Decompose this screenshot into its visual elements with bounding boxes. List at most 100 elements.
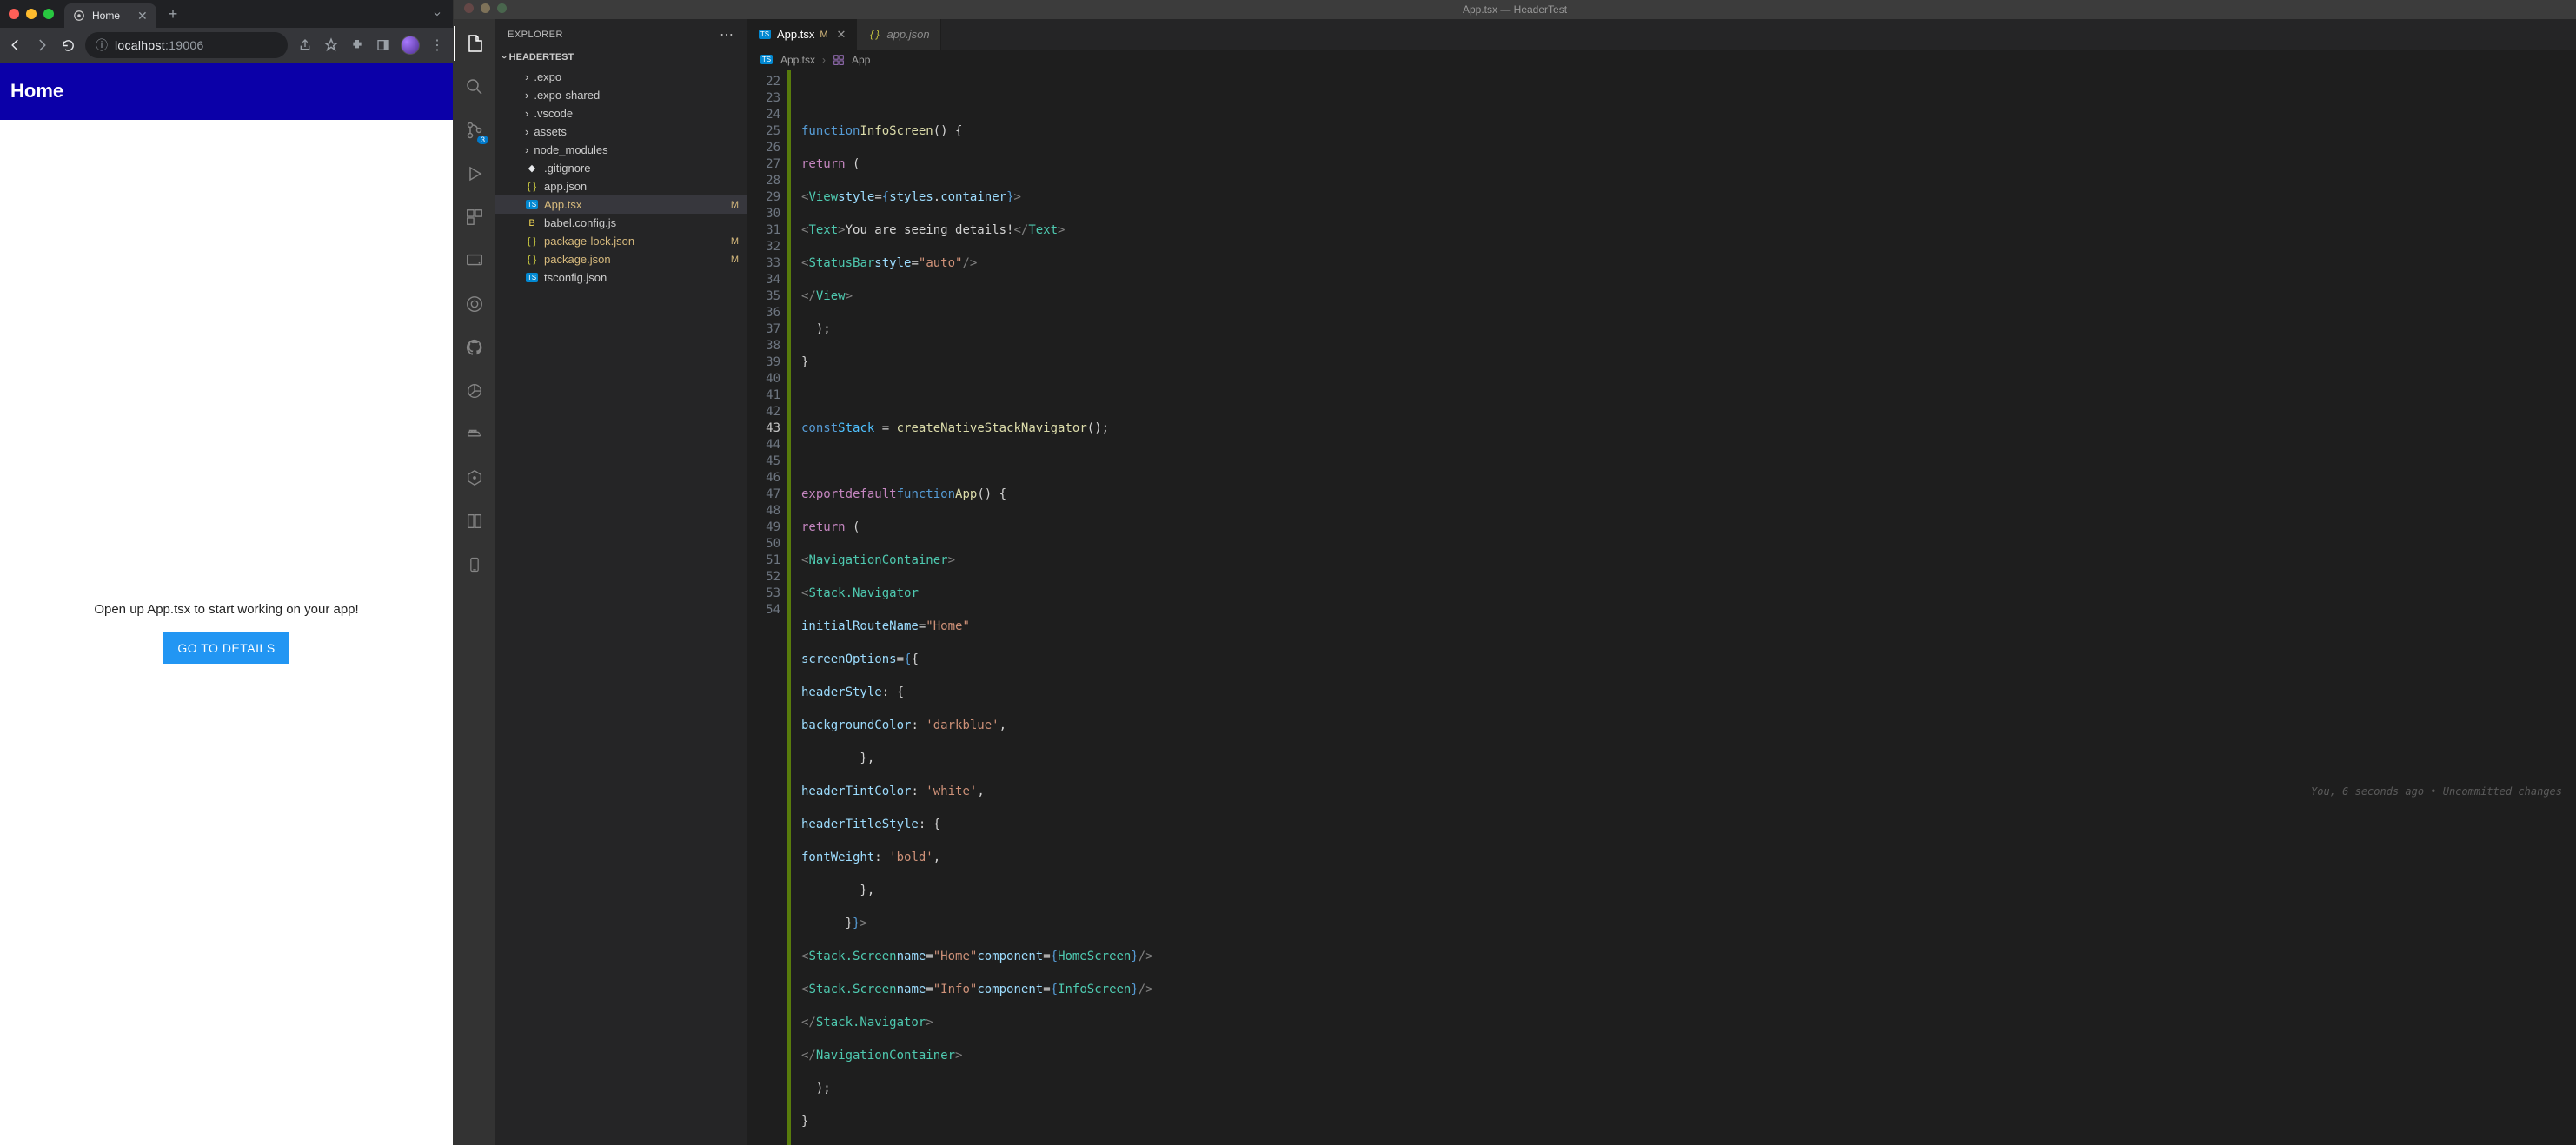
- scm-badge: 3: [477, 136, 488, 144]
- folder-label: .expo-shared: [534, 89, 600, 102]
- folder-.expo[interactable]: ›.expo: [495, 68, 747, 86]
- ts-icon: TS: [759, 30, 771, 39]
- reload-icon[interactable]: [59, 36, 76, 54]
- profile-avatar[interactable]: [401, 36, 420, 55]
- file-label: .gitignore: [544, 162, 590, 175]
- tab-app-json[interactable]: { } app.json: [857, 19, 940, 50]
- file-babel-config-js[interactable]: Bbabel.config.js: [495, 214, 747, 232]
- explorer-sidebar: EXPLORER ⋯ › HEADERTEST ›.expo › .expo-sha…: [495, 19, 747, 1145]
- ts-icon: TS: [526, 200, 538, 209]
- activity-extensions-icon[interactable]: [454, 200, 495, 235]
- nav-forward-icon[interactable]: [33, 36, 50, 54]
- activity-explorer-icon[interactable]: [454, 26, 495, 61]
- extensions-icon[interactable]: [349, 36, 366, 54]
- symbol-icon: [833, 54, 845, 66]
- chevron-right-icon: ›: [525, 143, 528, 156]
- new-tab-button[interactable]: +: [169, 5, 178, 23]
- vscode-min-dot[interactable]: [481, 3, 490, 13]
- breadcrumbs[interactable]: TS App.tsx › App: [747, 50, 2576, 70]
- url-bar[interactable]: ⓘ localhost:19006: [85, 32, 288, 58]
- chevron-right-icon: ›: [525, 89, 528, 102]
- tab-label: App.tsx: [777, 28, 814, 41]
- git-blame-annotation: You, 6 seconds ago • Uncommitted changes: [2311, 784, 2562, 800]
- browser-menu-icon[interactable]: ⋮: [428, 36, 446, 54]
- file-package-lock-json[interactable]: { }package-lock.jsonM: [495, 232, 747, 250]
- git-status-flag: M: [731, 255, 739, 265]
- file-App-tsx[interactable]: TS App.tsx M: [495, 195, 747, 214]
- file-label: babel.config.js: [544, 216, 616, 229]
- tsconfig-icon: TS: [526, 273, 538, 282]
- activity-scm-icon[interactable]: 3: [454, 113, 495, 148]
- project-name: HEADERTEST: [509, 52, 574, 63]
- activity-docker-icon[interactable]: [454, 287, 495, 321]
- vscode-window-title: App.tsx — HeaderTest: [1463, 3, 1567, 16]
- activity-whale-icon[interactable]: [454, 417, 495, 452]
- activity-github-icon[interactable]: [454, 330, 495, 365]
- vscode-close-dot[interactable]: [464, 3, 474, 13]
- nav-back-icon[interactable]: [7, 36, 24, 54]
- git-status-flag: M: [731, 200, 739, 210]
- file-label: package.json: [544, 253, 611, 266]
- app-welcome-text: Open up App.tsx to start working on your…: [94, 602, 358, 617]
- activity-device-icon[interactable]: [454, 547, 495, 582]
- minimize-dot[interactable]: [26, 9, 37, 19]
- favicon-icon: [73, 10, 85, 22]
- breadcrumb-file: App.tsx: [780, 54, 815, 66]
- activity-k8s-icon[interactable]: [454, 460, 495, 495]
- tabs-dropdown-icon[interactable]: [432, 9, 448, 19]
- code-editor[interactable]: 2223242526272829303132333435363738394041…: [747, 70, 2576, 1145]
- zoom-dot[interactable]: [43, 9, 54, 19]
- folder-label: node_modules: [534, 143, 607, 156]
- code-content[interactable]: function InfoScreen() { return ( <View s…: [791, 70, 2576, 1145]
- tab-close-icon[interactable]: ✕: [837, 28, 846, 42]
- window-controls: [9, 9, 54, 19]
- file-package-json[interactable]: { } package.json M: [495, 250, 747, 268]
- file-tsconfig-json[interactable]: TS tsconfig.json: [495, 268, 747, 287]
- file-app-json[interactable]: { } app.json: [495, 177, 747, 195]
- json-icon: { }: [525, 255, 539, 265]
- tab-close-icon[interactable]: ✕: [137, 9, 148, 23]
- sidepanel-icon[interactable]: [375, 36, 392, 54]
- explorer-more-icon[interactable]: ⋯: [720, 26, 735, 43]
- project-root[interactable]: › HEADERTEST: [495, 47, 747, 68]
- share-icon[interactable]: [296, 36, 314, 54]
- folder-.expo-shared[interactable]: › .expo-shared: [495, 86, 747, 104]
- activity-gitlens-icon[interactable]: [454, 374, 495, 408]
- json-icon: { }: [525, 182, 539, 192]
- tab-label: app.json: [886, 28, 929, 41]
- bookmark-star-icon[interactable]: [322, 36, 340, 54]
- vscode-titlebar: App.tsx — HeaderTest: [454, 0, 2576, 19]
- app-header: Home: [0, 63, 453, 120]
- browser-tab[interactable]: Home ✕: [64, 3, 156, 28]
- json-icon: { }: [867, 30, 881, 40]
- folder-label: assets: [534, 125, 567, 138]
- app-header-title: Home: [10, 80, 63, 102]
- activity-remote-icon[interactable]: [454, 243, 495, 278]
- git-status-flag: M: [731, 236, 739, 247]
- file-label: app.json: [544, 180, 587, 193]
- activity-project-icon[interactable]: [454, 504, 495, 539]
- explorer-title: EXPLORER: [508, 30, 563, 40]
- editor-group: TS App.tsx M ✕ { } app.json TS App.tsx ›…: [747, 19, 2576, 1145]
- site-info-icon[interactable]: ⓘ: [96, 36, 108, 54]
- folder-node_modules[interactable]: › node_modules: [495, 141, 747, 159]
- browser-window: Home ✕ + ⓘ localhost:19006: [0, 0, 454, 1145]
- folder-label: .vscode: [534, 107, 573, 120]
- chevron-down-icon: ›: [499, 56, 509, 59]
- file--gitignore[interactable]: ◆.gitignore: [495, 159, 747, 177]
- file-label: tsconfig.json: [544, 271, 607, 284]
- app-body: Open up App.tsx to start working on your…: [0, 120, 453, 1145]
- folder-assets[interactable]: ›assets: [495, 122, 747, 141]
- tab-app-tsx[interactable]: TS App.tsx M ✕: [747, 19, 857, 50]
- activity-search-icon[interactable]: [454, 69, 495, 104]
- vscode-zoom-dot[interactable]: [497, 3, 507, 13]
- folder-.vscode[interactable]: ›.vscode: [495, 104, 747, 122]
- close-dot[interactable]: [9, 9, 19, 19]
- json-icon: { }: [525, 236, 539, 247]
- go-to-details-button[interactable]: GO TO DETAILS: [163, 632, 289, 664]
- file-label: App.tsx: [544, 198, 581, 211]
- file-tree: ›.expo › .expo-shared ›.vscode›assets › node_…: [495, 68, 747, 294]
- tab-modified-flag: M: [820, 30, 827, 40]
- activity-debug-icon[interactable]: [454, 156, 495, 191]
- vscode-window: App.tsx — HeaderTest 3: [454, 0, 2576, 1145]
